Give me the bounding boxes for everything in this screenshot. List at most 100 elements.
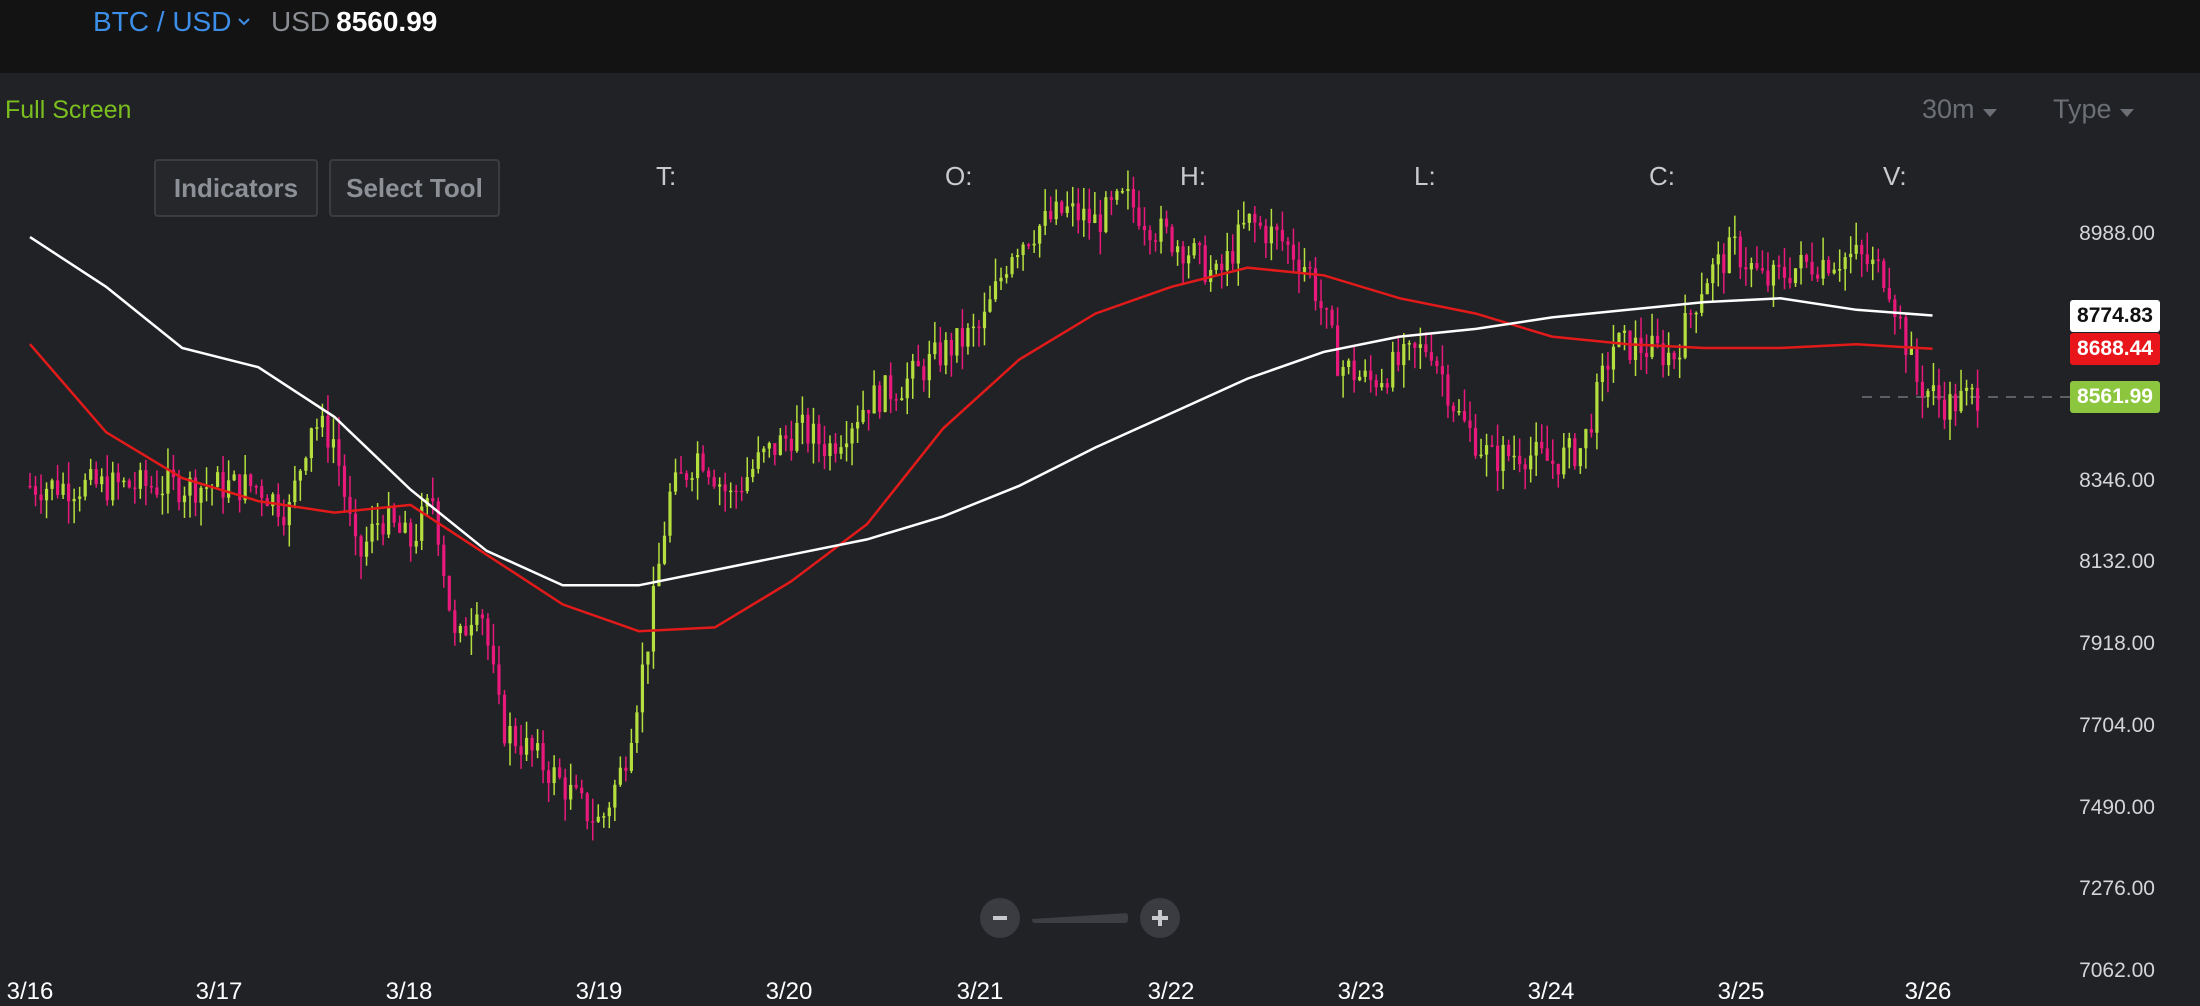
candle-body	[1319, 301, 1323, 309]
candle-body	[563, 777, 567, 800]
candle-body	[1164, 218, 1169, 227]
candle-body	[1060, 201, 1064, 213]
candle-body	[624, 767, 628, 771]
candle-body	[502, 694, 507, 744]
zoom-in-button[interactable]	[1140, 898, 1180, 938]
candle-body	[1595, 381, 1599, 433]
candle-body	[1203, 245, 1207, 282]
candle-body	[1926, 391, 1930, 397]
candle-body	[1920, 381, 1925, 397]
candle-body	[414, 540, 418, 547]
minus-icon	[993, 916, 1007, 920]
candle-body	[458, 626, 462, 634]
candle-body	[751, 468, 755, 478]
candle-body	[1418, 344, 1422, 348]
candle-body	[1589, 429, 1593, 433]
candle-body	[679, 472, 683, 474]
candle-body	[1302, 266, 1307, 272]
candle-body	[89, 469, 93, 480]
candle-body	[1457, 411, 1461, 413]
candle-body	[1760, 268, 1765, 271]
candle-body	[1705, 283, 1709, 295]
candle-body	[740, 490, 744, 493]
candle-body	[1722, 254, 1726, 274]
candle-body	[1975, 387, 1980, 411]
candle-body	[1280, 229, 1285, 242]
candle-body	[828, 443, 832, 457]
select-tool-button[interactable]: Select Tool	[329, 159, 500, 217]
candle-body	[789, 438, 793, 451]
candle-body	[1854, 244, 1858, 254]
candle-body	[1744, 267, 1748, 270]
candle-body	[607, 807, 611, 817]
candle-body	[215, 472, 220, 487]
ohlc-close-label: C:	[1649, 161, 1675, 191]
candle-body	[1242, 222, 1246, 225]
candle-body	[480, 614, 485, 619]
chart-type-dropdown[interactable]: Type	[2053, 94, 2134, 125]
candle-body	[1942, 399, 1947, 420]
candle-body	[1082, 208, 1086, 221]
candle-body	[850, 428, 854, 444]
candle-body	[971, 326, 976, 329]
indicators-button[interactable]: Indicators	[154, 159, 318, 217]
x-tick-label: 3/24	[1527, 978, 1575, 1005]
candle-body	[1617, 332, 1621, 347]
candle-body	[1065, 206, 1069, 213]
interval-label: 30m	[1922, 94, 1975, 124]
candle-body	[1109, 197, 1113, 200]
candle-body	[337, 439, 341, 466]
candle-body	[1451, 405, 1456, 412]
candle-body	[574, 784, 578, 788]
x-tick-label: 3/17	[195, 978, 243, 1005]
candle-body	[867, 409, 871, 414]
candle-body	[1749, 263, 1753, 270]
candle-body	[1104, 197, 1108, 232]
candle-body	[1391, 351, 1395, 388]
fullscreen-button[interactable]: Full Screen	[5, 96, 131, 125]
candle-body	[684, 473, 689, 480]
candle-body	[977, 326, 981, 329]
last-price-badge: 8561.99	[2070, 381, 2160, 413]
candle-body	[116, 472, 120, 483]
candle-body	[1578, 448, 1582, 467]
candle-body	[409, 522, 413, 547]
candle-body	[1678, 357, 1682, 360]
candle-body	[1473, 428, 1478, 456]
y-tick-label: 8132.00	[2079, 550, 2155, 573]
type-label: Type	[2053, 94, 2112, 124]
candle-body	[1766, 270, 1770, 286]
x-tick-label: 3/22	[1147, 978, 1195, 1005]
ohlc-low-label: L:	[1414, 161, 1436, 191]
candle-body	[182, 495, 187, 503]
candle-body	[1120, 191, 1125, 193]
candle-body	[988, 299, 992, 312]
candle-body	[839, 447, 843, 454]
candle-body	[745, 477, 749, 492]
x-tick-label: 3/21	[956, 978, 1004, 1005]
candle-body	[149, 485, 153, 488]
zoom-out-button[interactable]	[980, 898, 1020, 938]
candle-body	[960, 328, 965, 347]
candle-body	[1512, 455, 1516, 458]
interval-dropdown[interactable]: 30m	[1922, 94, 1997, 125]
caret-down-icon	[1982, 108, 1997, 117]
y-tick-label: 7918.00	[2079, 632, 2155, 655]
candle-body	[50, 480, 54, 489]
candle-body	[221, 472, 225, 498]
candle-body	[569, 784, 573, 800]
candle-body	[955, 328, 959, 356]
candle-body	[1330, 309, 1334, 326]
zoom-slider[interactable]	[1032, 913, 1128, 923]
candle-body	[1689, 312, 1693, 315]
candle-body	[585, 793, 589, 822]
candle-body	[900, 398, 904, 401]
candle-body	[524, 737, 529, 755]
candle-body	[778, 435, 782, 455]
ohlc-volume-label: V:	[1883, 161, 1907, 191]
price-chart[interactable]	[0, 0, 2200, 1000]
candle-body	[1358, 376, 1362, 381]
candle-body	[1324, 308, 1329, 310]
candle-body	[232, 474, 236, 481]
candle-body	[629, 742, 633, 771]
